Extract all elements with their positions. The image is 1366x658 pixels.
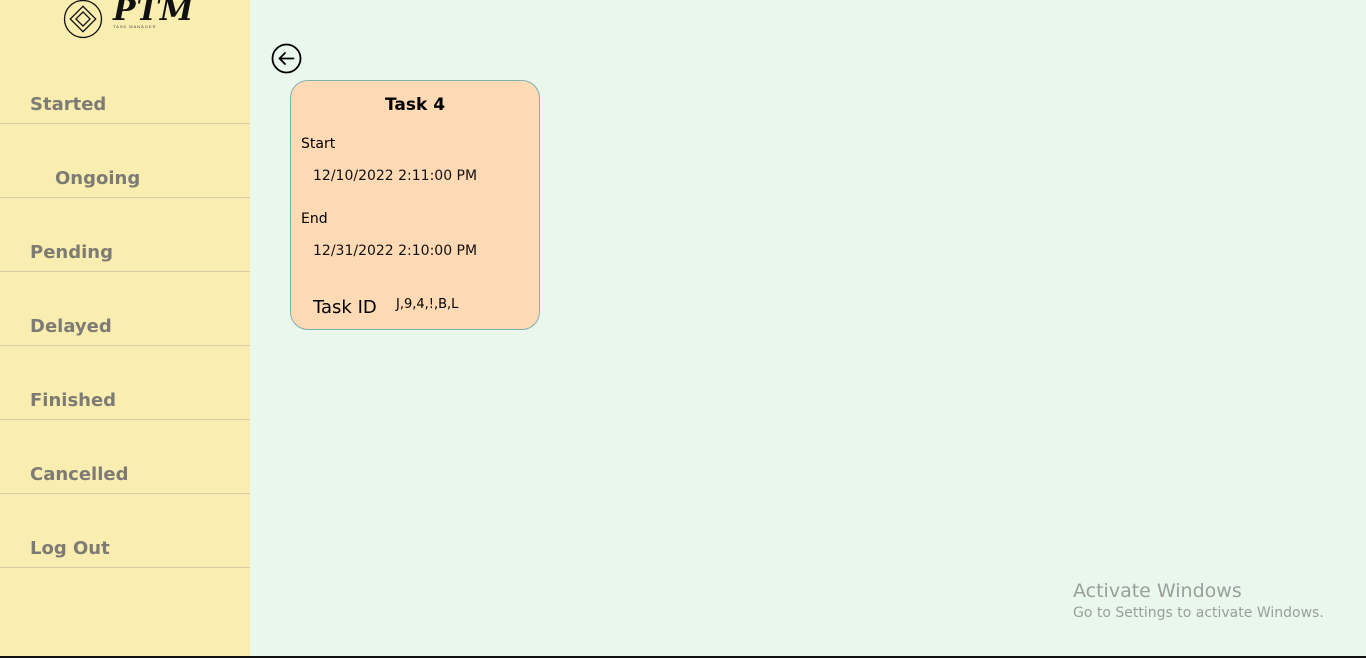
nav-item-label: Pending — [30, 242, 113, 263]
nav-item-delayed[interactable]: Delayed — [0, 272, 250, 346]
start-value: 12/10/2022 2:11:00 PM — [313, 168, 478, 184]
start-label: Start — [301, 136, 336, 152]
nav-item-log-out[interactable]: Log Out — [0, 494, 250, 568]
sidebar: PTM TASK MANAGER Started Ongoing Pending… — [0, 0, 250, 658]
task-card[interactable]: Task 4 Start 12/10/2022 2:11:00 PM End 1… — [290, 80, 540, 330]
app-logo: PTM TASK MANAGER — [63, 0, 193, 41]
task-id-value: J,9,4,!,B,L — [396, 297, 459, 312]
nav-item-label: Cancelled — [30, 464, 129, 485]
nav-item-label: Started — [30, 94, 107, 115]
watermark-subtitle: Go to Settings to activate Windows. — [1073, 605, 1324, 621]
task-id-label: Task ID — [313, 297, 377, 318]
nav-item-ongoing[interactable]: Ongoing — [0, 124, 250, 198]
watermark-title: Activate Windows — [1073, 580, 1242, 602]
diamond-logo-icon — [63, 0, 103, 39]
nav-item-started[interactable]: Started — [0, 50, 250, 124]
back-button[interactable] — [271, 43, 302, 74]
end-label: End — [301, 211, 328, 227]
nav-item-finished[interactable]: Finished — [0, 346, 250, 420]
nav-item-pending[interactable]: Pending — [0, 198, 250, 272]
nav-item-label: Ongoing — [55, 168, 141, 189]
task-title: Task 4 — [384, 95, 446, 115]
nav-item-label: Delayed — [30, 316, 112, 337]
nav-item-cancelled[interactable]: Cancelled — [0, 420, 250, 494]
nav-item-label: Finished — [30, 390, 117, 411]
arrow-left-circle-icon — [271, 43, 302, 74]
end-value: 12/31/2022 2:10:00 PM — [313, 243, 478, 259]
logo-tagline: TASK MANAGER — [113, 24, 157, 29]
activate-windows-watermark: Activate Windows Go to Settings to activ… — [1073, 580, 1324, 621]
nav-item-label: Log Out — [30, 538, 110, 559]
